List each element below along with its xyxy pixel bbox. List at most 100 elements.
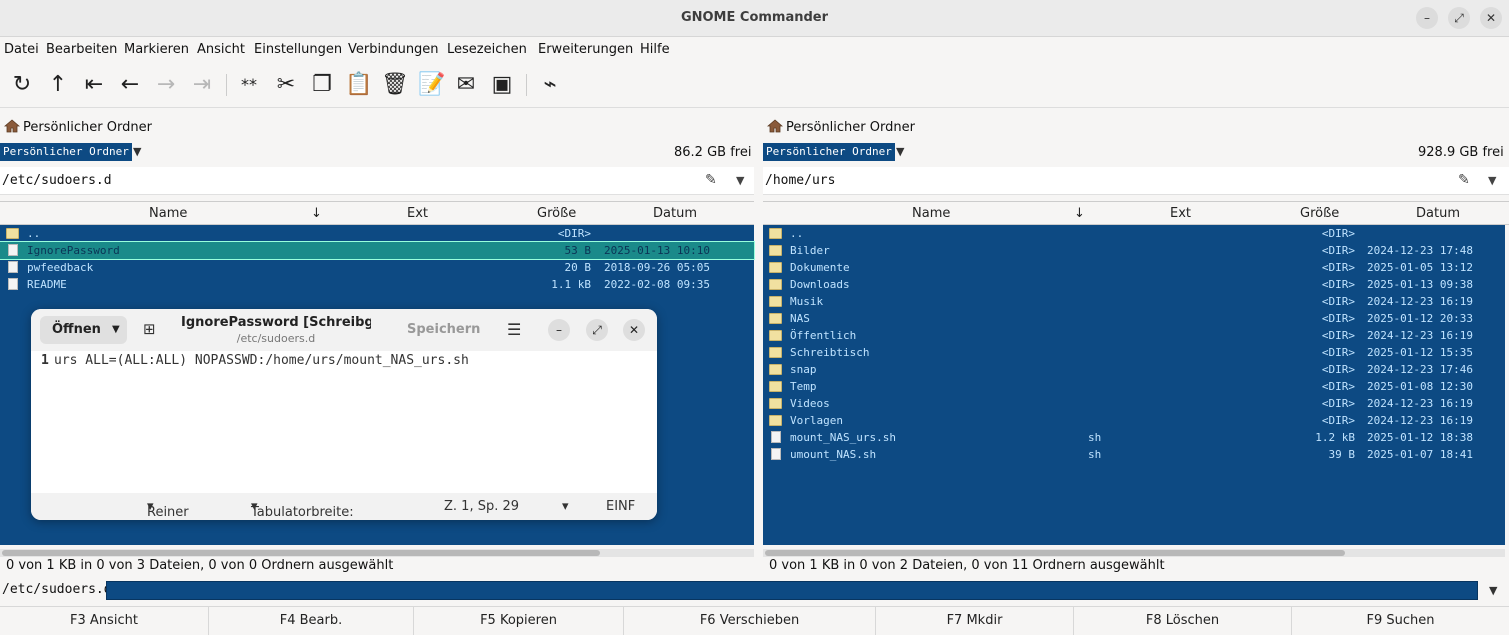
menu-einstellungen[interactable]: Einstellungen (254, 42, 342, 57)
refresh-icon[interactable]: ↻ (9, 72, 35, 98)
file-row[interactable]: Bilder <DIR> 2024-12-23 17:48 (763, 242, 1505, 259)
file-row[interactable]: Videos <DIR> 2024-12-23 16:19 (763, 395, 1505, 412)
close-button[interactable]: ✕ (623, 319, 645, 341)
language-selector[interactable]: Reiner Text ▾ (147, 499, 189, 520)
open-button[interactable]: Öffnen ▼ (40, 316, 127, 344)
forward-last-icon[interactable]: ⇥ (189, 72, 215, 98)
f5-copy-button[interactable]: F5 Kopieren (414, 607, 624, 635)
minimize-button[interactable]: – (1416, 7, 1438, 29)
insert-mode[interactable]: EINF (606, 499, 635, 514)
col-size[interactable]: Größe (537, 206, 576, 221)
editor-text[interactable]: urs ALL=(ALL:ALL) NOPASSWD:/home/urs/mou… (54, 353, 469, 368)
file-row[interactable]: README 1.1 kB 2022-02-08 09:35 (0, 276, 754, 293)
file-row[interactable]: Musik <DIR> 2024-12-23 16:19 (763, 293, 1505, 310)
f3-view-button[interactable]: F3 Ansicht (0, 607, 209, 635)
chevron-down-icon[interactable]: ▼ (896, 145, 904, 158)
command-input[interactable] (106, 581, 1478, 600)
file-row[interactable]: Vorlagen <DIR> 2024-12-23 16:19 (763, 412, 1505, 429)
filter-icon[interactable]: ** (236, 72, 262, 98)
edit-path-icon[interactable]: ✎ (705, 172, 717, 188)
right-scrollbar[interactable] (763, 549, 1505, 557)
col-ext[interactable]: Ext (407, 206, 428, 221)
file-row[interactable]: Temp <DIR> 2025-01-08 12:30 (763, 378, 1505, 395)
f9-search-button[interactable]: F9 Suchen (1292, 607, 1509, 635)
maximize-button[interactable]: ⤢ (1448, 7, 1470, 29)
col-date[interactable]: Datum (1416, 206, 1460, 221)
menu-hilfe[interactable]: Hilfe (640, 42, 670, 57)
right-connection-button[interactable]: Persönlicher Ordner (763, 143, 895, 161)
file-row[interactable]: snap <DIR> 2024-12-23 17:46 (763, 361, 1505, 378)
file-row[interactable]: pwfeedback 20 B 2018-09-26 05:05 (0, 259, 754, 276)
cursor-position[interactable]: Z. 1, Sp. 29 (444, 499, 519, 514)
col-name[interactable]: Name (149, 206, 187, 221)
right-file-list[interactable]: .. <DIR> Bilder <DIR> 2024-12-23 17:48 Dokume… (763, 225, 1505, 545)
cut-icon[interactable]: ✂ (273, 72, 299, 98)
col-date[interactable]: Datum (653, 206, 697, 221)
chevron-down-icon[interactable]: ▼ (736, 174, 744, 187)
file-name: .. (790, 227, 804, 240)
file-size: <DIR> (1321, 295, 1355, 308)
f8-delete-button[interactable]: F8 Löschen (1074, 607, 1292, 635)
toolbar: ↻ ↑ ⇤ ← → ⇥ ** ✂ ❐ 📋 🗑 📝 ✉ ▣ ⌁ (0, 62, 1509, 108)
menu-lesezeichen[interactable]: Lesezeichen (447, 42, 527, 57)
menu-markieren[interactable]: Markieren (124, 42, 189, 57)
f4-edit-button[interactable]: F4 Bearb. (209, 607, 414, 635)
col-size[interactable]: Größe (1300, 206, 1339, 221)
chevron-down-icon[interactable]: ▼ (133, 145, 141, 158)
tab-width-selector[interactable]: Tabulatorbreite: 8 ▾ (251, 499, 354, 520)
chevron-down-icon[interactable]: ▼ (1488, 174, 1496, 187)
sort-arrow-icon: ↓ (1074, 206, 1085, 221)
col-name[interactable]: Name (912, 206, 950, 221)
file-row[interactable]: NAS <DIR> 2025-01-12 20:33 (763, 310, 1505, 327)
left-scrollbar[interactable] (0, 549, 754, 557)
f7-mkdir-button[interactable]: F7 Mkdir (876, 607, 1074, 635)
menu-datei[interactable]: Datei (4, 42, 39, 57)
file-date: 2024-12-23 16:19 (1367, 414, 1473, 427)
menu-bearbeiten[interactable]: Bearbeiten (46, 42, 117, 57)
folder-icon (769, 398, 782, 409)
back-first-icon[interactable]: ⇤ (81, 72, 107, 98)
file-row[interactable]: Schreibtisch <DIR> 2025-01-12 15:35 (763, 344, 1505, 361)
file-row[interactable]: Downloads <DIR> 2025-01-13 09:38 (763, 276, 1505, 293)
menu-ansicht[interactable]: Ansicht (197, 42, 245, 57)
file-row[interactable]: mount_NAS_urs.sh sh 1.2 kB 2025-01-12 18:38 (763, 429, 1505, 446)
file-row[interactable]: .. <DIR> (0, 225, 754, 242)
left-connection-button[interactable]: Persönlicher Ordner (0, 143, 132, 161)
left-home-label[interactable]: Persönlicher Ordner (3, 117, 152, 135)
file-row[interactable]: Öffentlich <DIR> 2024-12-23 16:19 (763, 327, 1505, 344)
file-row[interactable]: IgnorePassword 53 B 2025-01-13 10:10 (0, 241, 755, 260)
back-icon[interactable]: ← (117, 72, 143, 98)
folder-icon (769, 364, 782, 375)
chevron-down-icon[interactable]: ▼ (1489, 584, 1497, 597)
menu-erweiterungen[interactable]: Erweiterungen (538, 42, 633, 57)
file-row[interactable]: umount_NAS.sh sh 39 B 2025-01-07 18:41 (763, 446, 1505, 463)
col-ext[interactable]: Ext (1170, 206, 1191, 221)
new-tab-icon[interactable]: ⊞ (143, 320, 156, 338)
edit-icon[interactable]: 📝 (418, 72, 445, 98)
folder-icon (769, 245, 782, 256)
forward-icon[interactable]: → (153, 72, 179, 98)
copy-icon[interactable]: ❐ (309, 72, 335, 98)
hamburger-menu-icon[interactable]: ☰ (507, 320, 521, 339)
f6-move-button[interactable]: F6 Verschieben (624, 607, 876, 635)
edit-path-icon[interactable]: ✎ (1458, 172, 1470, 188)
home-icon (3, 119, 21, 133)
up-icon[interactable]: ↑ (45, 72, 71, 98)
connect-icon[interactable]: ⌁ (537, 72, 563, 98)
file-row[interactable]: .. <DIR> (763, 225, 1505, 242)
folder-icon (769, 296, 782, 307)
left-path-bar[interactable]: /etc/sudoers.d ✎ ▼ (0, 167, 754, 195)
minimize-button[interactable]: – (548, 319, 570, 341)
paste-icon[interactable]: 📋 (345, 72, 372, 98)
mail-icon[interactable]: ✉ (453, 72, 479, 98)
right-home-label[interactable]: Persönlicher Ordner (766, 117, 915, 135)
save-button[interactable]: Speichern (407, 322, 480, 337)
terminal-icon[interactable]: ▣ (489, 72, 515, 98)
chevron-down-icon[interactable]: ▾ (562, 499, 569, 514)
maximize-button[interactable]: ⤢ (586, 319, 608, 341)
close-button[interactable]: ✕ (1480, 7, 1502, 29)
menu-verbindungen[interactable]: Verbindungen (348, 42, 439, 57)
right-path-bar[interactable]: /home/urs ✎ ▼ (763, 167, 1509, 195)
file-row[interactable]: Dokumente <DIR> 2025-01-05 13:12 (763, 259, 1505, 276)
delete-icon[interactable]: 🗑 (381, 72, 409, 98)
